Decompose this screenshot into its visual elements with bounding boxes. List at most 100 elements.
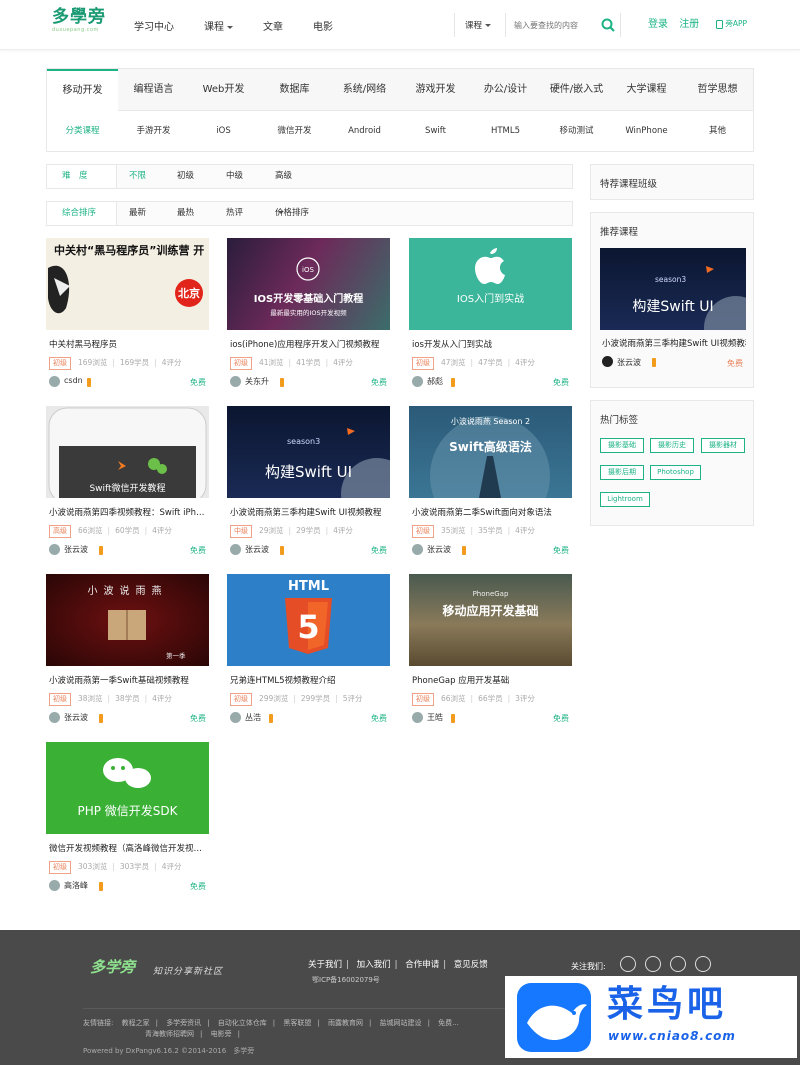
tag-photoshop[interactable]: Photoshop: [650, 465, 701, 480]
subtab-other[interactable]: 其他: [682, 111, 753, 151]
footer-link-about[interactable]: 关于我们: [308, 960, 342, 970]
tag-photo-gear[interactable]: 摄影器材: [701, 438, 745, 453]
subtab-html5[interactable]: HTML5: [470, 111, 541, 151]
author-name[interactable]: 丛浩: [245, 712, 261, 723]
sort-newest[interactable]: 最新: [129, 202, 146, 225]
course-title[interactable]: 兄弟连HTML5视频教程介绍: [230, 674, 388, 686]
course-card[interactable]: iOS IOS开发零基础入门教程 最新最实用的IOS开发视频 ios(iPhon…: [227, 238, 390, 398]
friend-link[interactable]: 多学旁资讯: [166, 1019, 201, 1027]
avatar[interactable]: [230, 376, 241, 387]
sort-most-reviewed[interactable]: 热评: [226, 202, 243, 225]
author-name[interactable]: csdn: [64, 376, 83, 385]
friend-link[interactable]: 黑客联盟: [283, 1019, 311, 1027]
course-thumbnail[interactable]: IOS入门到实战: [409, 238, 572, 330]
author-name[interactable]: 张云波: [245, 544, 269, 555]
search-type-select[interactable]: 课程: [465, 19, 492, 31]
course-thumbnail[interactable]: 小波说雨燕 第一季: [46, 574, 209, 666]
course-thumbnail[interactable]: PHP 微信开发SDK: [46, 742, 209, 834]
wechat-icon[interactable]: [645, 956, 661, 972]
friend-link[interactable]: 自动化立体仓库: [218, 1019, 267, 1027]
avatar[interactable]: [49, 880, 60, 891]
tag-lightroom[interactable]: Lightroom: [600, 492, 650, 507]
search-input[interactable]: [505, 13, 593, 37]
course-title[interactable]: PhoneGap 应用开发基础: [412, 674, 570, 686]
avatar[interactable]: [49, 376, 60, 387]
author-name[interactable]: 王皓: [427, 712, 443, 723]
sort-comprehensive[interactable]: 综合排序: [62, 202, 96, 225]
site-logo[interactable]: 多學旁 duxuepang.com: [52, 8, 108, 38]
author-name[interactable]: 张云波: [64, 712, 88, 723]
friend-link[interactable]: 电影旁: [211, 1030, 232, 1038]
footer-link-join[interactable]: 加入我们: [357, 960, 391, 970]
avatar[interactable]: [412, 712, 423, 723]
course-thumbnail[interactable]: PhoneGap 移动应用开发基础: [409, 574, 572, 666]
subtab-swift[interactable]: Swift: [400, 111, 471, 151]
nav-item-learning-center[interactable]: 学习中心: [134, 18, 174, 33]
tag-photo-basics[interactable]: 摄影基础: [600, 438, 644, 453]
search-icon[interactable]: [600, 17, 616, 33]
course-thumbnail[interactable]: Swift微信开发教程: [46, 406, 209, 498]
course-title[interactable]: 中关村黑马程序员: [49, 338, 207, 350]
course-card[interactable]: HTML 5 兄弟连HTML5视频教程介绍 初级 299浏览 | 299学员 | 5评分 …: [227, 574, 390, 734]
course-card[interactable]: 小波说雨燕 Season 2 Swift高级语法 小波说雨燕第二季Swift面向…: [409, 406, 572, 566]
nav-item-articles[interactable]: 文章: [263, 18, 283, 33]
subtab-android[interactable]: Android: [329, 111, 400, 151]
course-title[interactable]: 小波说雨燕第四季视频教程：Swift iPhone应用开发: [49, 506, 207, 518]
author-name[interactable]: 高洛峰: [64, 880, 88, 891]
footer-link-feedback[interactable]: 意见反馈: [454, 960, 488, 970]
course-title[interactable]: 小波说雨燕第三季构建Swift UI视频教程: [230, 506, 388, 518]
course-thumbnail[interactable]: 北京 中关村“黑马程序员”训练营 开营啦! 北京: [46, 238, 209, 330]
tab-programming-languages[interactable]: 编程语言: [118, 69, 189, 111]
friend-link[interactable]: 免费...: [438, 1019, 459, 1027]
course-card[interactable]: 小波说雨燕 第一季 小波说雨燕第一季Swift基础视频教程 初级 38浏览 | 38学…: [46, 574, 209, 734]
recommended-author[interactable]: 张云波: [617, 357, 641, 368]
footer-logo[interactable]: 多学旁: [90, 956, 135, 977]
course-card[interactable]: 北京 中关村“黑马程序员”训练营 开营啦! 北京 中关村黑马程序员 初级 169浏…: [46, 238, 209, 398]
friend-link[interactable]: 青海教师招聘网: [145, 1030, 194, 1038]
tab-philosophy[interactable]: 哲学思想: [682, 69, 753, 111]
course-card[interactable]: IOS入门到实战 ios开发从入门到实战 初级 47浏览 | 47学员 | 4评分 郝彪 免…: [409, 238, 572, 398]
course-title[interactable]: ios开发从入门到实战: [412, 338, 570, 350]
qq-icon[interactable]: [670, 956, 686, 972]
course-card[interactable]: Swift微信开发教程 小波说雨燕第四季视频教程：Swift iPhone应用开…: [46, 406, 209, 566]
tag-photo-history[interactable]: 摄影历史: [650, 438, 694, 453]
course-thumbnail[interactable]: HTML 5: [227, 574, 390, 666]
friend-link[interactable]: 盐城网站建设: [380, 1019, 422, 1027]
course-card[interactable]: season3 构建Swift UI 小波说雨燕第三季构建Swift UI视频教…: [227, 406, 390, 566]
sort-hottest[interactable]: 最热: [177, 202, 194, 225]
icp-number[interactable]: 鄂ICP备16002079号: [312, 975, 380, 985]
tab-system-network[interactable]: 系统/网络: [329, 69, 400, 111]
tab-hardware-embedded[interactable]: 硬件/嵌入式: [541, 69, 612, 111]
weibo-icon[interactable]: [620, 956, 636, 972]
rss-icon[interactable]: [695, 956, 711, 972]
friend-link[interactable]: 教程之家: [122, 1019, 150, 1027]
avatar[interactable]: [49, 712, 60, 723]
course-title[interactable]: 小波说雨燕第一季Swift基础视频教程: [49, 674, 207, 686]
subtab-mobile-games[interactable]: 手游开发: [118, 111, 189, 151]
subtab-winphone[interactable]: WinPhone: [611, 111, 682, 151]
difficulty-intermediate[interactable]: 中级: [226, 165, 243, 188]
tab-mobile-dev[interactable]: 移动开发: [47, 69, 118, 112]
course-thumbnail[interactable]: 小波说雨燕 Season 2 Swift高级语法: [409, 406, 572, 498]
tab-web-dev[interactable]: Web开发: [188, 69, 259, 111]
difficulty-any[interactable]: 不限: [129, 165, 146, 188]
avatar[interactable]: [49, 544, 60, 555]
subtab-ios[interactable]: iOS: [188, 111, 259, 151]
subtab-mobile-testing[interactable]: 移动测试: [541, 111, 612, 151]
subtab-wechat-dev[interactable]: 微信开发: [259, 111, 330, 151]
avatar[interactable]: [412, 544, 423, 555]
course-card[interactable]: PHP 微信开发SDK 微信开发视频教程（高洛峰微信开发视频） 初级 303浏览 |…: [46, 742, 209, 902]
tab-office-design[interactable]: 办公/设计: [470, 69, 541, 111]
footer-link-cooperation[interactable]: 合作申请: [405, 960, 439, 970]
author-name[interactable]: 关东升: [245, 376, 269, 387]
avatar[interactable]: [412, 376, 423, 387]
avatar[interactable]: [230, 544, 241, 555]
course-title[interactable]: 小波说雨燕第二季Swift面向对象语法: [412, 506, 570, 518]
tag-photo-post[interactable]: 摄影后期: [600, 465, 644, 480]
nav-item-movies[interactable]: 电影: [313, 18, 333, 33]
course-card[interactable]: PhoneGap 移动应用开发基础 PhoneGap 应用开发基础 初级 66浏览…: [409, 574, 572, 734]
app-download-link[interactable]: 旁APP: [716, 18, 747, 29]
tab-university-courses[interactable]: 大学课程: [611, 69, 682, 111]
tab-game-dev[interactable]: 游戏开发: [400, 69, 471, 111]
subtab-category-courses[interactable]: 分类课程: [47, 111, 118, 151]
